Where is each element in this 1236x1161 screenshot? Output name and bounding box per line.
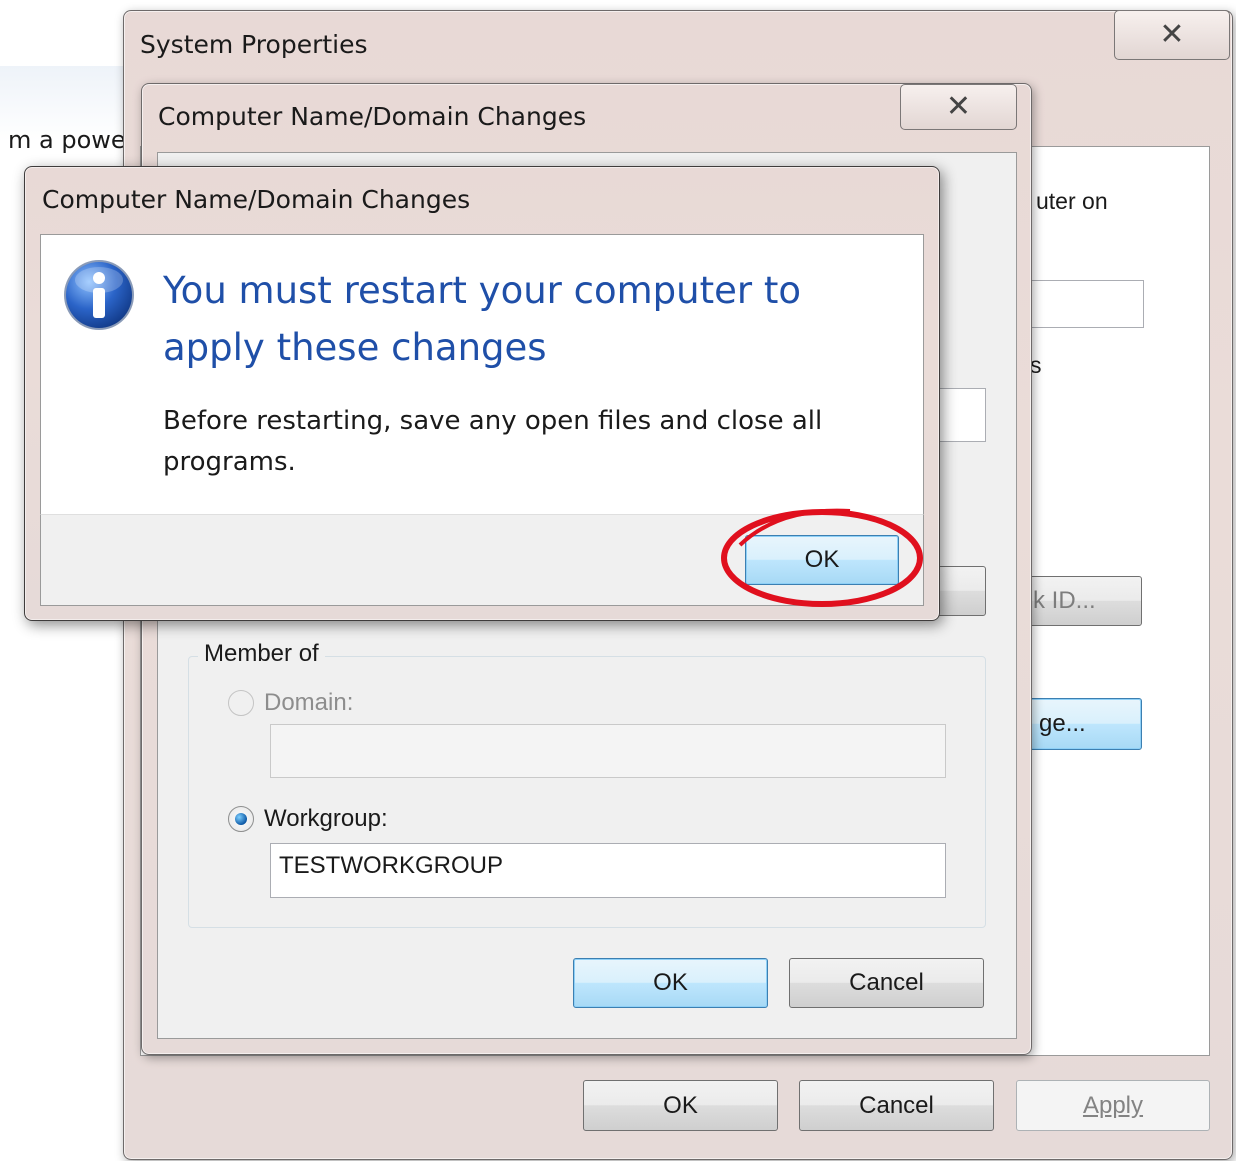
workgroup-radio[interactable] xyxy=(228,806,254,832)
computer-description-field[interactable] xyxy=(1030,280,1144,328)
workgroup-value: TESTWORKGROUP xyxy=(279,852,504,879)
domain-radio[interactable] xyxy=(228,690,254,716)
domain-field[interactable] xyxy=(270,724,946,778)
domain-changes-ok-button[interactable]: OK xyxy=(573,958,768,1008)
restart-message-title: Computer Name/Domain Changes xyxy=(42,185,471,214)
domain-label: Domain: xyxy=(264,689,354,716)
domain-changes-cancel-button[interactable]: Cancel xyxy=(789,958,984,1008)
change-label: ge... xyxy=(1039,710,1086,737)
ok-label: OK xyxy=(663,1091,698,1119)
system-properties-ok-button[interactable]: OK xyxy=(583,1080,778,1131)
restart-heading: You must restart your computer to apply … xyxy=(163,269,801,369)
close-icon: ✕ xyxy=(1159,17,1185,52)
workgroup-label: Workgroup: xyxy=(264,805,388,832)
system-properties-cancel-button[interactable]: Cancel xyxy=(799,1080,994,1131)
system-properties-close-button[interactable]: ✕ xyxy=(1114,10,1230,60)
computer-on-fragment: uter on xyxy=(1036,188,1108,214)
cancel-label: Cancel xyxy=(849,969,924,996)
highlight-circle xyxy=(720,505,924,609)
background-text: m a powe xyxy=(8,126,126,154)
network-id-label: k ID... xyxy=(1033,587,1096,614)
apply-label: Apply xyxy=(1082,1091,1144,1119)
workgroup-field[interactable]: TESTWORKGROUP xyxy=(270,843,946,898)
member-of-label: Member of xyxy=(198,640,325,668)
restart-body-text: Before restarting, save any open files a… xyxy=(163,406,823,477)
cancel-label: Cancel xyxy=(859,1091,934,1119)
system-properties-title: System Properties xyxy=(140,30,368,59)
domain-changes-close-button[interactable]: ✕ xyxy=(900,84,1017,130)
close-icon: ✕ xyxy=(945,89,972,124)
info-icon xyxy=(62,258,136,332)
ok-label: OK xyxy=(653,969,688,996)
apply-button[interactable]: Apply xyxy=(1016,1080,1210,1131)
domain-changes-title: Computer Name/Domain Changes xyxy=(158,102,587,131)
